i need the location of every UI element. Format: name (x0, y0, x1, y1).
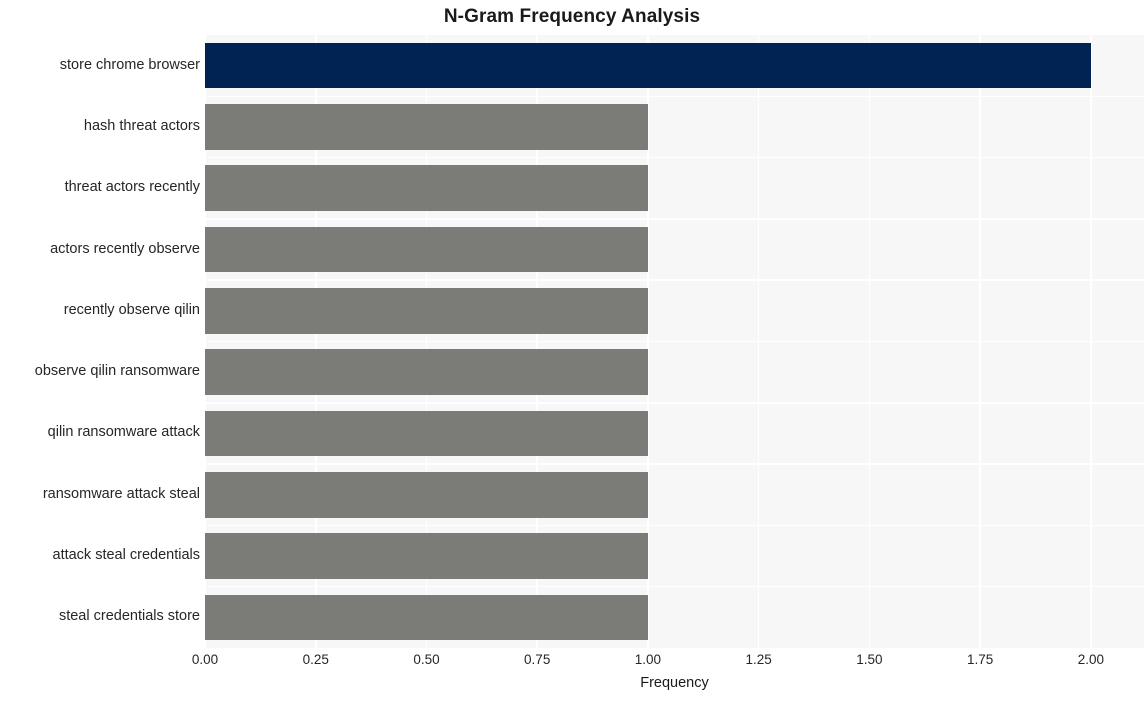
bar (205, 594, 648, 641)
y-axis-tick-label: hash threat actors (83, 117, 200, 134)
y-axis-tick-label: observe qilin ransomware (34, 363, 200, 380)
y-axis-tick-label: ransomware attack steal (42, 485, 200, 502)
page-title: N-Gram Frequency Analysis (443, 6, 701, 27)
bar (205, 42, 1091, 89)
y-axis-tick-label: threat actors recently (64, 179, 200, 196)
x-axis-tick-label: 0.50 (413, 652, 440, 667)
bar (205, 471, 648, 518)
x-axis-tick-label: 0.75 (524, 652, 551, 667)
x-axis-tick-labels: 0.00 0.25 0.50 0.75 1.00 1.25 1.50 1.75 2.00 (192, 652, 1144, 674)
y-axis-tick-label: steal credentials store (58, 608, 200, 625)
x-axis-tick-label: 0.00 (191, 652, 219, 667)
y-axis-tick-label: attack steal credentials (52, 547, 201, 564)
bar (205, 410, 648, 457)
x-axis-title: Frequency (640, 675, 709, 691)
x-axis-tick-label: 1.50 (856, 652, 883, 667)
y-axis-tick-label: qilin ransomware attack (47, 424, 200, 441)
bar (205, 288, 648, 334)
chart-figure: N-Gram Frequency Analysis store chrome b… (0, 0, 1144, 701)
bar (205, 349, 648, 395)
x-axis-tick-label: 1.75 (966, 652, 994, 667)
bars-layer (205, 35, 1144, 648)
bar (205, 533, 648, 579)
y-axis-tick-label: store chrome browser (59, 56, 200, 73)
x-axis-tick-label: 1.25 (745, 652, 772, 667)
x-axis-tick-label: 2.00 (1077, 652, 1104, 667)
x-axis-tick-label: 1.00 (634, 652, 662, 667)
x-axis-tick-label: 0.25 (302, 652, 329, 667)
plot-area (204, 35, 1144, 648)
y-axis-tick-label: actors recently observe (50, 240, 200, 257)
y-axis-tick-label: recently observe qilin (63, 301, 200, 318)
bar (205, 165, 648, 212)
bar (205, 104, 648, 150)
y-axis-tick-labels: store chrome browser hash threat actors th… (0, 35, 200, 648)
bar (205, 226, 648, 273)
